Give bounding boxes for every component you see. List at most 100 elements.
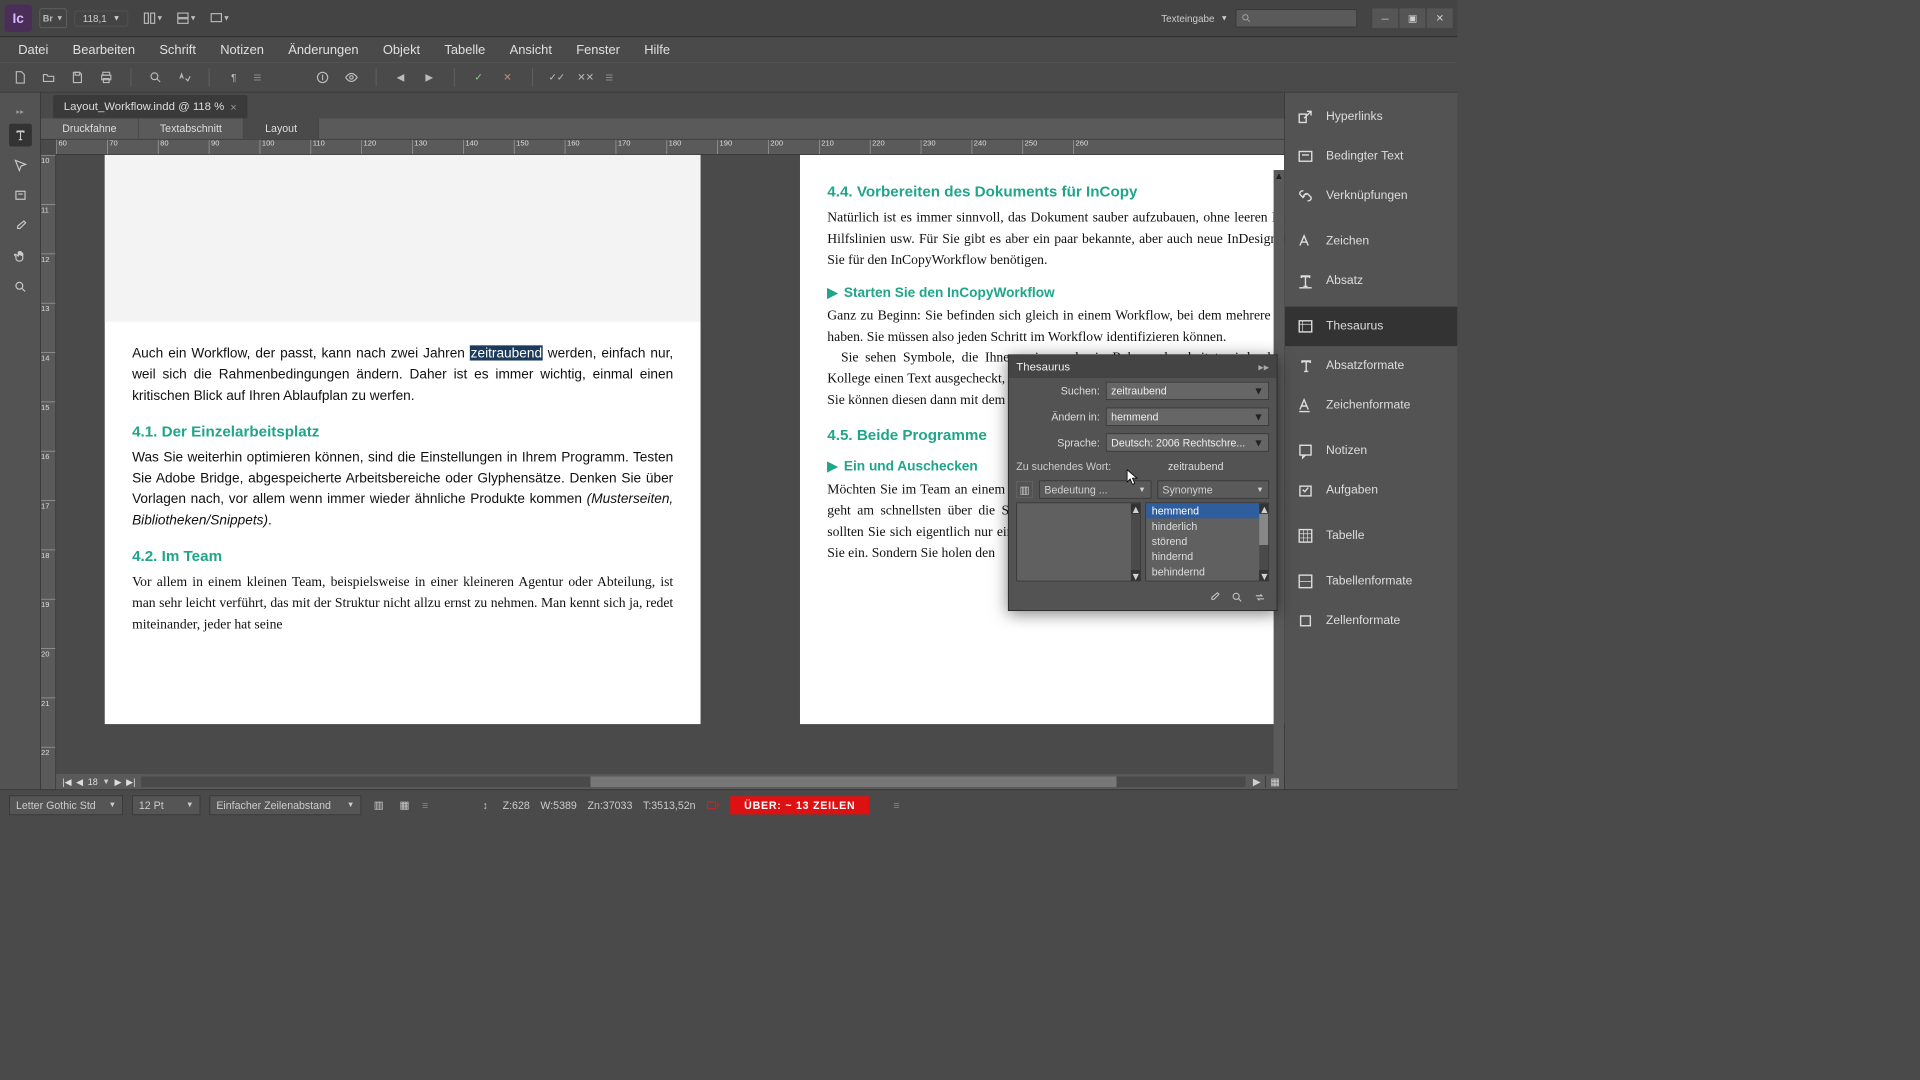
panel-aufgaben[interactable]: Aufgaben [1285,471,1457,510]
thesaurus-title[interactable]: Thesaurus▸▸ [1009,355,1277,378]
thesaurus-panel[interactable]: Thesaurus▸▸ Suchen: zeitraubend▼ Ändern … [1008,354,1277,611]
synonym-item[interactable]: behindernd [1146,564,1269,579]
accept-all-icon[interactable]: ✓✓ [548,68,566,86]
menu-datei[interactable]: Datei [8,39,59,60]
next-page-icon[interactable]: ▶ [115,776,122,787]
close-tab-icon[interactable]: × [230,101,236,113]
eyedropper-tool-icon[interactable] [9,215,32,238]
language-dropdown[interactable]: Deutsch: 2006 Rechtschre...▼ [1106,433,1269,451]
document-tab[interactable]: Layout_Workflow.indd @ 118 %× [53,95,247,119]
body-text[interactable]: Natürlich ist es immer sinnvoll, das Dok… [827,207,1284,271]
panel-zeichenformate[interactable]: Zeichenformate [1285,386,1457,425]
menu-schrift[interactable]: Schrift [149,39,207,60]
last-page-icon[interactable]: ▶| [126,776,135,787]
new-icon[interactable] [11,68,29,86]
reject-icon[interactable]: ✕ [498,68,516,86]
column-icon[interactable]: ▥ [370,797,387,814]
close-window-button[interactable]: ✕ [1427,8,1453,28]
panel-verknüpfungen[interactable]: Verknüpfungen [1285,176,1457,215]
spellcheck-icon[interactable] [175,68,193,86]
panel-hyperlinks[interactable]: Hyperlinks [1285,97,1457,136]
search-input[interactable] [1236,9,1357,27]
synonym-item[interactable]: hemmend [1146,503,1269,518]
screen-mode-icon[interactable]: ▼ [206,8,233,29]
panel-absatz[interactable]: Absatz [1285,261,1457,300]
panel-zeichen[interactable]: Zeichen [1285,222,1457,261]
tab-layout[interactable]: Layout [244,118,319,138]
save-icon[interactable] [68,68,86,86]
accept-icon[interactable]: ✓ [469,68,487,86]
position-tool-icon[interactable] [9,154,32,177]
type-tool-icon[interactable] [9,124,32,147]
body-text[interactable]: Vor allem in einem kleinen Team, beispie… [132,572,673,636]
load-word-icon[interactable] [1208,591,1220,605]
body-text[interactable]: Ganz zu Beginn: Sie befinden sich gleich… [827,305,1284,347]
search-field[interactable]: zeitraubend▼ [1106,382,1269,400]
first-page-icon[interactable]: |◀ [62,776,71,787]
panel-bedingter text[interactable]: Bedingter Text [1285,137,1457,176]
collapse-icon[interactable]: ▸▸ [1258,360,1269,373]
align-icon[interactable]: ▦ [396,797,413,814]
panel-tabellenformate[interactable]: Tabellenformate [1285,562,1457,601]
panel-menu-icon[interactable]: ≡ [254,69,262,85]
scroll-thumb[interactable] [590,776,1116,787]
print-icon[interactable] [97,68,115,86]
page-left[interactable]: Auch ein Workflow, der passt, kann nach … [105,155,701,724]
meaning-list[interactable]: ▲▼ [1016,502,1140,581]
view-mode-a-icon[interactable]: ▼ [139,8,166,29]
horizontal-scrollbar[interactable]: ◀ ▶ ▦ [56,774,1284,789]
menu-notizen[interactable]: Notizen [210,39,275,60]
workspace-dropdown[interactable]: Texteingabe▼ [1161,13,1228,24]
menu-tabelle[interactable]: Tabelle [434,39,496,60]
menu-ansicht[interactable]: Ansicht [499,39,563,60]
tab-textabschnitt[interactable]: Textabschnitt [139,118,244,138]
body-text[interactable]: Was Sie weiterhin optimieren können, sin… [132,447,673,532]
page-number[interactable]: 18 [88,776,98,787]
zoom-tool-icon[interactable] [9,276,32,299]
change-word-icon[interactable] [1254,591,1266,605]
menu-bearbeiten[interactable]: Bearbeiten [62,39,146,60]
synonym-item[interactable]: störend [1146,534,1269,549]
relation-dropdown[interactable]: Synonyme▼ [1157,480,1269,498]
open-icon[interactable] [39,68,57,86]
font-size-dropdown[interactable]: 12 Pt▼ [132,795,200,815]
prev-icon[interactable]: ◀ [391,68,409,86]
view-mode-b-icon[interactable]: ▼ [173,8,200,29]
change-label: Ändern in: [1016,411,1099,423]
body-text[interactable]: Auch ein Workflow, der passt, kann nach … [132,343,673,407]
page-navigator[interactable]: |◀ ◀ 18 ▼ ▶ ▶| [56,774,141,789]
panel-zellenformate[interactable]: Zellenformate [1285,601,1457,640]
book-icon[interactable]: ▥ [1016,481,1033,498]
menu-objekt[interactable]: Objekt [372,39,431,60]
next-icon[interactable]: ▶ [420,68,438,86]
find-icon[interactable] [146,68,164,86]
reject-all-icon[interactable]: ✕✕ [576,68,594,86]
panel-thesaurus[interactable]: Thesaurus [1285,307,1457,346]
hand-tool-icon[interactable] [9,245,32,268]
pilcrow-icon[interactable]: ¶ [225,68,243,86]
menu-fenster[interactable]: Fenster [566,39,631,60]
note-tool-icon[interactable] [9,184,32,207]
font-family-dropdown[interactable]: Letter Gothic Std▼ [9,795,123,815]
leading-dropdown[interactable]: Einfacher Zeilenabstand▼ [209,795,361,815]
checkout-icon[interactable] [313,68,331,86]
menu-aenderungen[interactable]: Änderungen [278,39,370,60]
bridge-button[interactable]: Br▼ [39,8,66,28]
change-field[interactable]: hemmend▼ [1106,408,1269,426]
selected-word[interactable]: zeitraubend [470,345,543,360]
maximize-button[interactable]: ▣ [1400,8,1426,28]
synonym-item[interactable]: hindernd [1146,549,1269,564]
zoom-dropdown[interactable]: 118,1▼ [74,10,128,26]
prev-page-icon[interactable]: ◀ [76,776,83,787]
minimize-button[interactable]: ─ [1372,8,1398,28]
panel-absatzformate[interactable]: Absatzformate [1285,346,1457,385]
panel-menu-2-icon[interactable]: ≡ [605,69,613,85]
synonym-item[interactable]: hinderlich [1146,518,1269,533]
lookup-icon[interactable] [1231,591,1243,605]
preview-icon[interactable] [342,68,360,86]
tab-druckfahne[interactable]: Druckfahne [41,118,139,138]
menu-hilfe[interactable]: Hilfe [634,39,681,60]
panel-tabelle[interactable]: Tabelle [1285,516,1457,555]
panel-notizen[interactable]: Notizen [1285,431,1457,470]
synonym-list[interactable]: hemmendhinderlichstörendhinderndbehinder… [1145,502,1269,581]
